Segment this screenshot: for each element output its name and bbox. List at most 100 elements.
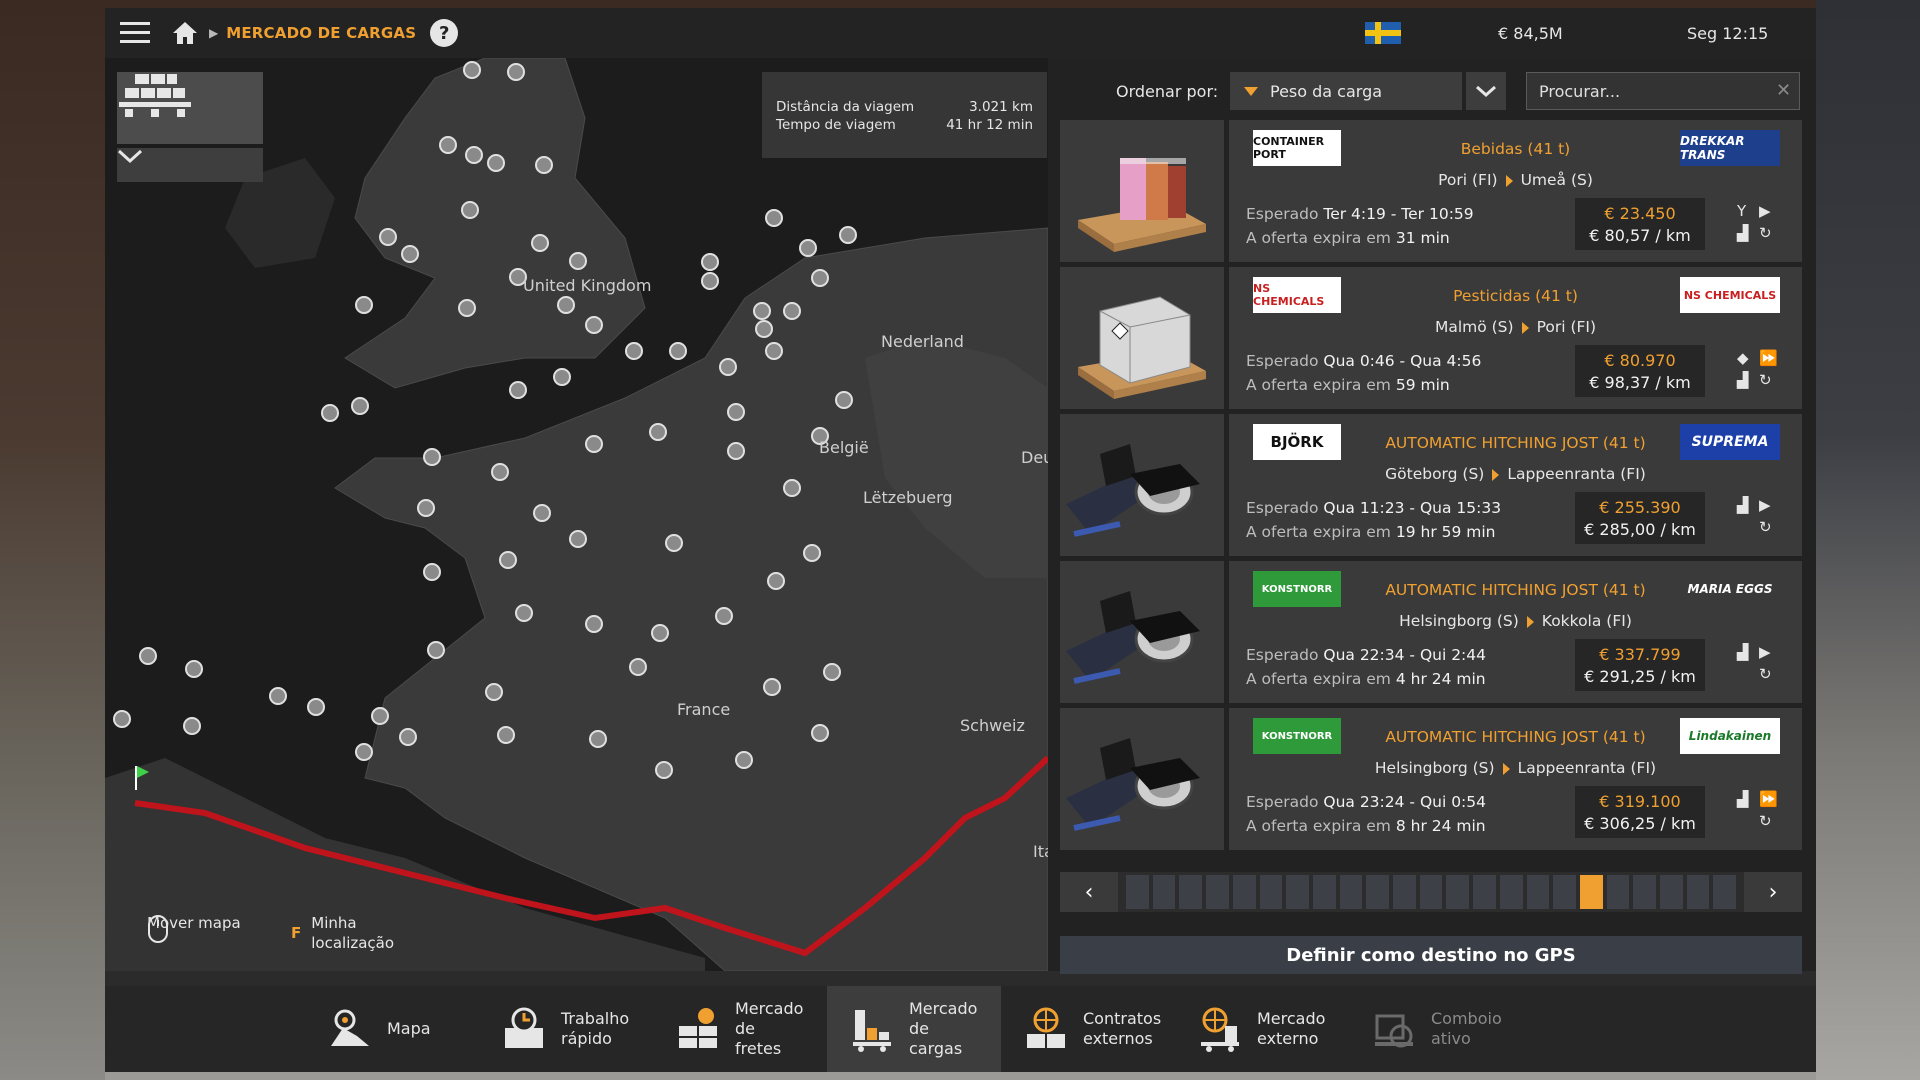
page-segment[interactable] (1179, 875, 1203, 909)
city-marker[interactable] (735, 751, 753, 769)
city-marker[interactable] (417, 499, 435, 517)
city-marker[interactable] (355, 743, 373, 761)
trailer-view-button[interactable] (117, 72, 263, 144)
page-segment[interactable] (1206, 875, 1229, 909)
sort-select[interactable]: Peso da carga (1230, 72, 1462, 110)
city-marker[interactable] (715, 607, 733, 625)
prev-page-button[interactable]: ‹ (1060, 872, 1118, 912)
breadcrumb[interactable]: MERCADO DE CARGAS (226, 24, 416, 42)
city-marker[interactable] (183, 717, 201, 735)
page-segment[interactable] (1152, 875, 1176, 909)
page-segment[interactable] (1312, 875, 1336, 909)
city-marker[interactable] (651, 624, 669, 642)
offer-row[interactable]: KONSTNORR MARIA EGGS AUTOMATIC HITCHING … (1060, 561, 1802, 703)
city-marker[interactable] (811, 269, 829, 287)
city-marker[interactable] (589, 730, 607, 748)
city-marker[interactable] (487, 154, 505, 172)
page-segment[interactable] (1419, 875, 1443, 909)
city-marker[interactable] (585, 316, 603, 334)
city-marker[interactable] (401, 245, 419, 263)
clear-search-icon[interactable]: ✕ (1776, 80, 1791, 101)
search-input[interactable] (1526, 72, 1800, 110)
city-marker[interactable] (763, 678, 781, 696)
city-marker[interactable] (799, 239, 817, 257)
city-marker[interactable] (727, 442, 745, 460)
nav-item-active-convoy[interactable]: Comboio ativo (1349, 986, 1523, 1072)
nav-item-quick-job[interactable]: Trabalho rápido (479, 986, 653, 1072)
city-marker[interactable] (371, 707, 389, 725)
city-marker[interactable] (727, 403, 745, 421)
city-marker[interactable] (423, 448, 441, 466)
expand-button[interactable] (117, 148, 263, 182)
city-marker[interactable] (701, 272, 719, 290)
page-segment[interactable] (1606, 875, 1630, 909)
city-marker[interactable] (465, 146, 483, 164)
page-segment[interactable] (1446, 875, 1470, 909)
city-marker[interactable] (629, 658, 647, 676)
home-button[interactable] (165, 8, 205, 58)
page-segment[interactable] (1232, 875, 1256, 909)
city-marker[interactable] (755, 320, 773, 338)
city-marker[interactable] (461, 201, 479, 219)
city-marker[interactable] (531, 234, 549, 252)
city-marker[interactable] (509, 381, 527, 399)
city-marker[interactable] (719, 358, 737, 376)
city-marker[interactable] (783, 479, 801, 497)
page-segment[interactable] (1393, 875, 1416, 909)
menu-button[interactable] (105, 8, 165, 58)
nav-item-external-market[interactable]: Mercado externo (1175, 986, 1349, 1072)
city-marker[interactable] (491, 463, 509, 481)
page-segment[interactable] (1126, 875, 1149, 909)
city-marker[interactable] (665, 534, 683, 552)
city-marker[interactable] (485, 683, 503, 701)
city-marker[interactable] (669, 342, 687, 360)
offer-row[interactable]: NS CHEMICALS NS CHEMICALS Pesticidas (41… (1060, 267, 1802, 409)
city-marker[interactable] (783, 302, 801, 320)
city-marker[interactable] (379, 228, 397, 246)
city-marker[interactable] (839, 226, 857, 244)
city-marker[interactable] (499, 551, 517, 569)
city-marker[interactable] (351, 397, 369, 415)
city-marker[interactable] (553, 368, 571, 386)
page-segment[interactable] (1660, 875, 1683, 909)
city-marker[interactable] (585, 615, 603, 633)
offer-row[interactable]: KONSTNORR Lindakainen AUTOMATIC HITCHING… (1060, 708, 1802, 850)
city-marker[interactable] (655, 761, 673, 779)
city-marker[interactable] (585, 435, 603, 453)
map-view[interactable]: United Kingdom Nederland België Lëtzebue… (105, 58, 1048, 971)
city-marker[interactable] (557, 296, 575, 314)
sort-dropdown-button[interactable] (1466, 72, 1506, 110)
city-marker[interactable] (625, 342, 643, 360)
page-segment[interactable] (1633, 875, 1657, 909)
city-marker[interactable] (803, 544, 821, 562)
page-segment[interactable] (1526, 875, 1550, 909)
city-marker[interactable] (497, 726, 515, 744)
city-marker[interactable] (811, 724, 829, 742)
city-marker[interactable] (765, 209, 783, 227)
city-marker[interactable] (427, 641, 445, 659)
city-marker[interactable] (823, 663, 841, 681)
page-indicator-track[interactable] (1118, 872, 1744, 912)
city-marker[interactable] (507, 63, 525, 81)
nav-item-freight-market[interactable]: Mercado de fretes (653, 986, 827, 1072)
page-segment[interactable] (1553, 875, 1576, 909)
nav-item-cargo-market[interactable]: Mercado de cargas (827, 986, 1001, 1072)
page-segment[interactable] (1339, 875, 1363, 909)
city-marker[interactable] (321, 404, 339, 422)
city-marker[interactable] (439, 136, 457, 154)
page-segment[interactable] (1686, 875, 1710, 909)
city-marker[interactable] (463, 61, 481, 79)
page-segment[interactable] (1259, 875, 1283, 909)
city-marker[interactable] (515, 604, 533, 622)
city-marker[interactable] (835, 391, 853, 409)
page-segment[interactable] (1366, 875, 1390, 909)
city-marker[interactable] (765, 342, 783, 360)
map-canvas[interactable] (105, 58, 1048, 971)
city-marker[interactable] (569, 530, 587, 548)
city-marker[interactable] (399, 728, 417, 746)
city-marker[interactable] (569, 252, 587, 270)
city-marker[interactable] (355, 296, 373, 314)
city-marker[interactable] (113, 710, 131, 728)
city-marker[interactable] (307, 698, 325, 716)
city-marker[interactable] (649, 423, 667, 441)
